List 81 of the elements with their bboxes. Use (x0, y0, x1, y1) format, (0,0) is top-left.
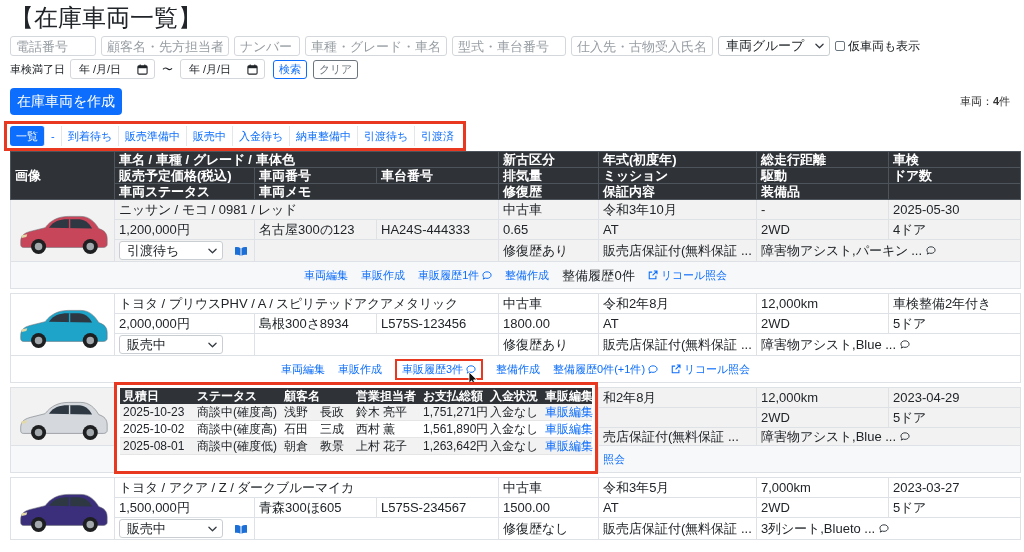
group-select[interactable]: 車両グループ (718, 36, 830, 56)
history-count: 整備履歴0件 (562, 267, 635, 283)
external-link-icon (671, 364, 682, 374)
vehicle-count: 車両：4件 (959, 94, 1010, 109)
text-field[interactable]: 車種・グレード・車名 (305, 36, 447, 56)
checkbox[interactable] (835, 41, 845, 51)
column-header: 車検 (888, 151, 1021, 168)
table-cell: 鈴木 亮平 (353, 404, 420, 421)
comment-icon (900, 432, 911, 441)
create-button[interactable]: 在庫車両を作成 (10, 88, 122, 115)
text-field[interactable]: 仕入先・古物受入氏名 (571, 36, 713, 56)
date-field[interactable]: 年 /月/日 (180, 59, 265, 79)
external-link-icon (647, 270, 658, 280)
text-field[interactable]: 型式・車台番号 (452, 36, 566, 56)
history-link[interactable]: 車販履歴3件 (394, 358, 484, 380)
checkbox-label: 仮車両も表示 (848, 37, 920, 55)
book-icon[interactable] (235, 523, 247, 534)
action-link[interactable]: 車両編集 (304, 267, 349, 283)
caret-icon (208, 247, 217, 254)
date-field[interactable]: 年 /月/日 (70, 59, 155, 79)
vehicle-name: ニッサン / モコ / 0981 / レッド (114, 199, 499, 220)
equipment-text: 障害物アシスト,パーキン ... (761, 243, 923, 258)
tab[interactable]: 一覧 (10, 126, 45, 146)
action-link[interactable]: 整備作成 (505, 267, 550, 283)
column-header: 営業担当者 (353, 388, 420, 404)
recall-link[interactable]: リコール照会 (647, 267, 727, 283)
table-cell: 入金なし (487, 404, 542, 421)
action-link[interactable]: 車販作成 (337, 361, 382, 377)
comment-icon (482, 270, 493, 280)
history-link[interactable]: 整備履歴0件(+1件) (553, 361, 659, 377)
column-header: 車名 / 車種 / グレード / 車体色 (114, 151, 499, 168)
text-field[interactable]: 電話番号 (10, 36, 96, 56)
equipment-text: 障害物アシスト,Blue ... (761, 337, 897, 352)
status-select[interactable]: 販売中 (119, 519, 223, 538)
calendar-icon (247, 63, 258, 75)
date-label: 車検満了日 (10, 61, 65, 77)
column-header: 顧客名 (281, 388, 353, 404)
book-icon[interactable] (235, 245, 247, 256)
action-link[interactable]: 車販作成 (361, 267, 406, 283)
equipment-text: 3列シート,Blueto ... (761, 521, 876, 536)
comment-icon (879, 524, 890, 533)
vehicle-name: トヨタ / アクア / Z / ダークブルーマイカ (114, 477, 499, 498)
comment-icon (466, 364, 477, 374)
comment-icon (926, 246, 937, 255)
action-link[interactable]: 照会 (603, 451, 625, 467)
comment-icon (900, 340, 911, 349)
comment-icon (648, 364, 659, 374)
table-cell: 商談中(確度高) (194, 404, 281, 421)
caret-icon (815, 43, 824, 49)
search-button[interactable]: 検索 (273, 59, 307, 79)
column-header: 年式(初度年) (598, 151, 757, 168)
vehicle-name: トヨタ / プリウスPHV / A / スピリテッドアクアメタリック (114, 293, 499, 314)
column-header: 総走行距離 (756, 151, 889, 168)
table-cell: 浅野 長政 (281, 404, 353, 421)
warranty: 販売店保証付(無料保証 ... (598, 517, 757, 540)
action-link[interactable]: 車両編集 (280, 361, 325, 377)
action-link[interactable]: 整備作成 (496, 361, 541, 377)
column-header: 見積日 (120, 388, 194, 404)
warranty: 販売店保証付(無料保証 ... (598, 239, 757, 262)
column-header: ステータス (194, 388, 281, 404)
recall-link[interactable]: リコール照会 (671, 361, 751, 377)
equipment-text: 障害物アシスト,Blue ... (761, 429, 897, 444)
status-select[interactable]: 販売中 (119, 335, 223, 354)
column-header: 画像 (10, 151, 115, 200)
caret-icon (208, 341, 217, 348)
column-header: 入金状況 (487, 388, 542, 404)
page-title: 【在庫車両一覧】 (10, 4, 203, 32)
calendar-icon (137, 63, 148, 75)
history-link[interactable]: 車販履歴1件 (418, 267, 493, 283)
table-cell: 1,751,271円 (420, 404, 487, 421)
column-header: お支払総額 (420, 388, 487, 404)
clear-button[interactable]: クリア (313, 59, 358, 79)
caret-icon (208, 525, 217, 532)
text-field[interactable]: ナンバー (234, 36, 300, 56)
status-select[interactable]: 引渡待ち (119, 241, 223, 260)
text-field[interactable]: 顧客名・先方担当者 (101, 36, 229, 56)
range-separator: 〜 (162, 61, 173, 77)
column-header: 車販編集 (542, 388, 592, 404)
table-cell: 2025-10-23 (120, 404, 194, 421)
warranty: 販売店保証付(無料保証 ... (598, 333, 757, 356)
column-header: 新古区分 (498, 151, 599, 168)
